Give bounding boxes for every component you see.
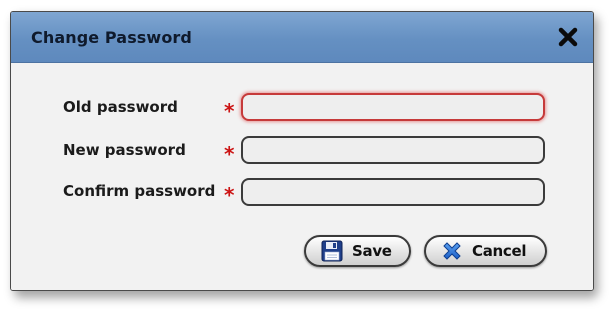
dialog-titlebar[interactable]: Change Password: [11, 12, 593, 63]
floppy-disk-icon: [320, 239, 344, 263]
cancel-button[interactable]: Cancel: [424, 235, 547, 267]
screen: Change Password Old password * New passw…: [0, 0, 615, 314]
save-button-label: Save: [352, 242, 392, 260]
cancel-button-label: Cancel: [472, 242, 527, 260]
required-marker: *: [224, 99, 235, 123]
change-password-dialog: Change Password Old password * New passw…: [10, 11, 594, 291]
new-password-row: New password *: [11, 134, 593, 174]
close-icon[interactable]: [557, 26, 579, 48]
old-password-label: Old password: [63, 98, 178, 116]
confirm-password-row: Confirm password *: [11, 176, 593, 216]
required-marker: *: [224, 142, 235, 166]
required-marker: *: [224, 183, 235, 207]
dialog-body: Old password * New password * Confirm pa…: [11, 63, 593, 290]
cancel-x-icon: [440, 239, 464, 263]
dialog-title: Change Password: [31, 28, 192, 47]
confirm-password-label: Confirm password: [63, 182, 216, 200]
old-password-input[interactable]: [241, 93, 545, 121]
old-password-row: Old password *: [11, 92, 593, 132]
new-password-input[interactable]: [241, 136, 545, 164]
confirm-password-input[interactable]: [241, 178, 545, 206]
save-button[interactable]: Save: [304, 235, 411, 267]
new-password-label: New password: [63, 141, 186, 159]
